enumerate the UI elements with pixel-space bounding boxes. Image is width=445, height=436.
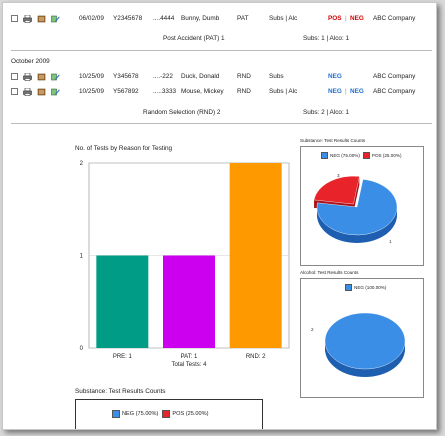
legend-label: NEG (100.00%) — [354, 285, 387, 290]
pie-legend: NEG (75.00%) POS (25.00%) — [321, 152, 402, 159]
bar — [163, 255, 215, 348]
legend-swatch-neg — [321, 152, 328, 159]
edit-icon[interactable] — [51, 15, 60, 23]
bar — [229, 163, 282, 348]
tests-cell: Subs | Alc — [269, 88, 298, 95]
edit-icon[interactable] — [51, 88, 60, 96]
pie-slice — [313, 175, 360, 205]
x-tick-label: PAT: 1 — [181, 354, 198, 360]
table-row[interactable]: 10/25/09 Y345678 ....-222 Duck, Donald R… — [11, 69, 415, 84]
name-cell: Mouse, Mickey — [181, 88, 224, 95]
result-separator: | — [345, 88, 347, 95]
printer-icon[interactable] — [23, 72, 32, 81]
document-icon[interactable] — [37, 88, 46, 96]
x-tick-label: RND: 2 — [246, 354, 266, 360]
alcohol-pie-panel: NEG (100.00%) 2 — [300, 278, 424, 398]
edit-icon[interactable] — [51, 73, 60, 81]
row-checkbox[interactable] — [11, 73, 18, 80]
ssn-cell: .....3333 — [153, 88, 177, 95]
pie-data-label: 1 — [389, 239, 392, 244]
legend-swatch-pos — [362, 152, 370, 159]
result-separator: | — [345, 15, 347, 22]
x-tick-label: PRE: 1 — [113, 354, 133, 360]
pie-data-label: 2 — [311, 327, 314, 332]
tests-cell: Subs | Alc — [269, 15, 298, 22]
document-icon[interactable] — [37, 15, 46, 23]
company-cell: ABC Company — [373, 73, 416, 80]
summary-pat-label: Post Accident (PAT) 1 — [163, 35, 225, 42]
divider — [11, 123, 432, 124]
date-cell: 10/25/09 — [79, 73, 104, 80]
legend-label: NEG (75.00%) — [330, 153, 360, 158]
tests-cell: Subs — [269, 73, 284, 80]
month-label: October 2009 — [11, 58, 50, 65]
legend-swatch-pos — [162, 410, 171, 418]
summary-rnd-counts: Subs: 2 | Alco: 1 — [303, 109, 350, 116]
report-frame: 06/02/09 Y2345678 ....4444 Bunny, Dumb P… — [2, 2, 437, 430]
reason-cell: PAT — [237, 15, 249, 22]
pie-slice — [324, 312, 406, 370]
ssn-cell: ....-222 — [153, 73, 173, 80]
divider — [11, 50, 432, 51]
alcohol-pie-chart: 2 — [311, 312, 406, 377]
x-axis-label: Total Tests: 4 — [172, 362, 208, 368]
pie-data-label: 3 — [337, 173, 340, 178]
summary-pat-counts: Subs: 1 | Alco: 1 — [303, 35, 350, 42]
table-row[interactable]: 06/02/09 Y2345678 ....4444 Bunny, Dumb P… — [11, 11, 415, 26]
ssn-cell: ....4444 — [153, 15, 175, 22]
date-cell: 06/02/09 — [79, 15, 104, 22]
company-cell: ABC Company — [373, 15, 416, 22]
substance-pie-chart: 31 — [313, 173, 398, 244]
date-cell: 10/25/09 — [79, 88, 104, 95]
substance-pie-title: Substance: Test Results Counts — [300, 138, 366, 143]
result-neg: NEG — [350, 88, 364, 95]
y-tick-label: 2 — [80, 161, 84, 167]
table-row[interactable]: 10/25/09 Y567892 .....3333 Mouse, Mickey… — [11, 84, 415, 99]
reason-cell: RND — [237, 88, 251, 95]
id-cell: Y2345678 — [113, 15, 143, 22]
printer-icon[interactable] — [23, 14, 32, 23]
summary-rnd-label: Random Selection (RND) 2 — [143, 109, 221, 116]
y-tick-label: 1 — [80, 254, 84, 260]
alcohol-pie-title: Alcohol: Test Results Counts — [300, 270, 359, 275]
document-icon[interactable] — [37, 73, 46, 81]
id-cell: Y345678 — [113, 73, 139, 80]
y-tick-label: 0 — [80, 346, 84, 352]
result-neg: NEG — [328, 88, 342, 95]
substance-pie-panel: NEG (75.00%) POS (25.00%) 31 — [300, 146, 424, 266]
row-checkbox[interactable] — [11, 15, 18, 22]
name-cell: Bunny, Dumb — [181, 15, 220, 22]
result-neg: NEG — [350, 15, 364, 22]
result-pos: POS — [328, 15, 342, 22]
bar-chart: 0 1 2 PRE: 1 PAT: 1 RND: 2 Total Tests: 4 — [80, 161, 290, 368]
name-cell: Duck, Donald — [181, 73, 220, 80]
legend-label: POS (25.00%) — [172, 411, 209, 417]
printer-icon[interactable] — [23, 87, 32, 96]
legend-label: POS (25.00%) — [371, 153, 402, 158]
pie-legend: NEG (100.00%) — [345, 284, 386, 291]
bar — [96, 255, 149, 348]
bottom-section-title: Substance: Test Results Counts — [75, 388, 166, 395]
legend-swatch-neg — [112, 410, 120, 418]
result-neg: NEG — [328, 73, 342, 80]
reason-cell: RND — [237, 73, 251, 80]
legend-swatch-neg — [345, 284, 352, 291]
bar-chart-title: No. of Tests by Reason for Testing — [75, 145, 173, 152]
bottom-legend: NEG (75.00%) POS (25.00%) — [112, 410, 208, 418]
company-cell: ABC Company — [373, 88, 416, 95]
bottom-legend-panel: NEG (75.00%) POS (25.00%) — [75, 399, 263, 429]
id-cell: Y567892 — [113, 88, 139, 95]
row-checkbox[interactable] — [11, 88, 18, 95]
legend-label: NEG (75.00%) — [122, 411, 159, 417]
